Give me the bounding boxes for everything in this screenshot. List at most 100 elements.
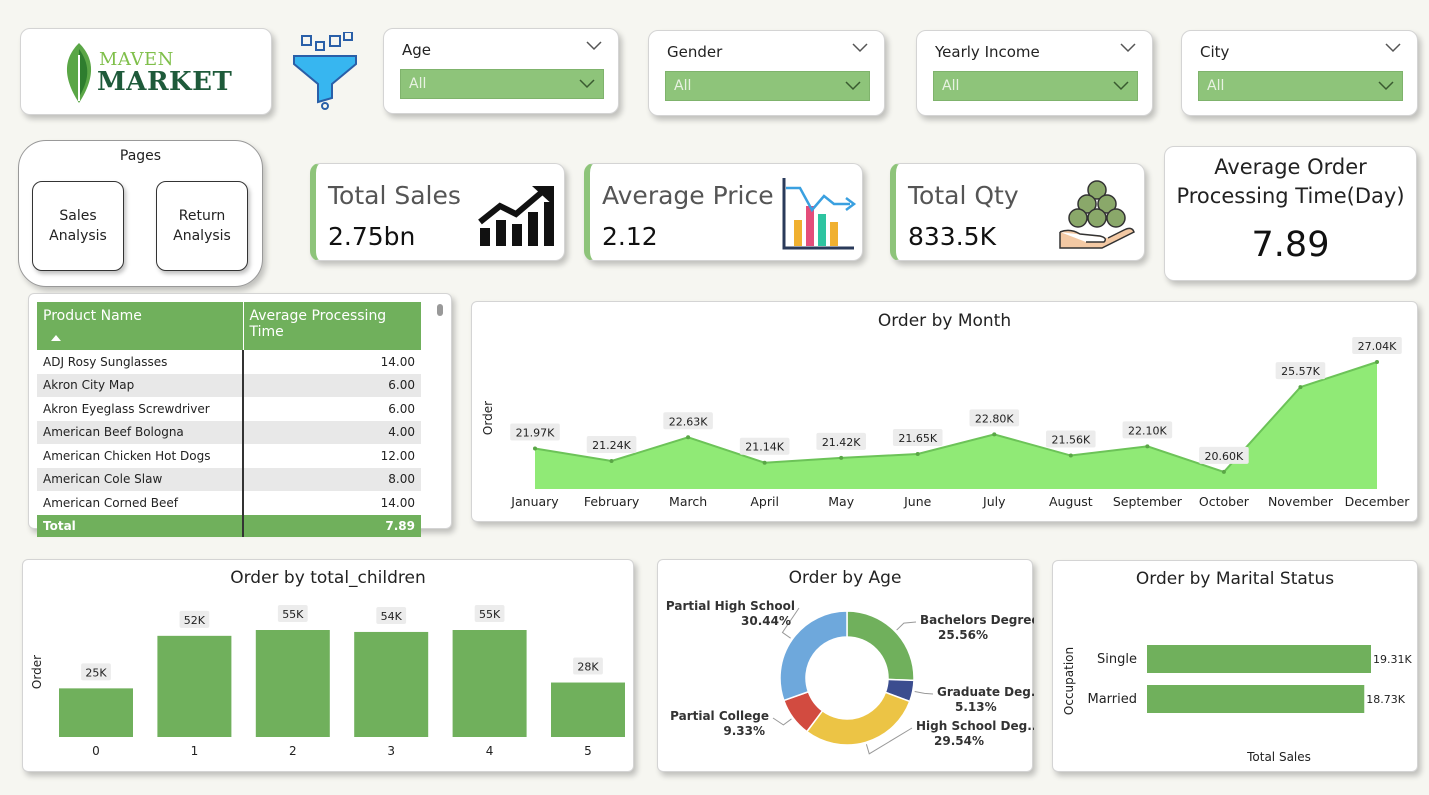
- bar: [59, 688, 133, 737]
- table-row[interactable]: American Cole Slaw 8.00: [37, 467, 421, 491]
- x-tick-label: October: [1199, 494, 1250, 509]
- x-tick-label: March: [669, 494, 707, 509]
- table-row[interactable]: American Beef Bologna 4.00: [37, 420, 421, 444]
- column-header-average-processing-time[interactable]: Average Processing Time: [243, 302, 421, 350]
- data-label: 18.73K: [1366, 693, 1405, 706]
- product-name-cell: Akron Eyeglass Screwdriver: [37, 397, 244, 421]
- chevron-down-icon[interactable]: [1120, 43, 1136, 53]
- bar: [1147, 685, 1365, 713]
- total-qty-title: Total Qty: [908, 181, 1019, 210]
- data-label: 19.31K: [1373, 653, 1412, 666]
- slice-category-label: Partial High School: [666, 599, 795, 613]
- product-name-cell: American Chicken Hot Dogs: [37, 444, 244, 468]
- gender-slicer-label: Gender: [667, 43, 723, 61]
- return-analysis-label-1: Return: [178, 208, 226, 224]
- y-axis-label: Occupation: [1062, 647, 1076, 715]
- processing-time-cell: 14.00: [380, 354, 415, 369]
- bar-analytics-icon: [782, 178, 857, 250]
- x-tick-label: September: [1113, 494, 1183, 509]
- bar: [452, 630, 527, 737]
- data-point: [686, 435, 691, 440]
- avg-processing-value: 7.89: [1251, 225, 1330, 265]
- average-price-value: 2.12: [602, 222, 658, 251]
- avg-processing-title-1: Average Order: [1214, 155, 1367, 179]
- product-name-cell: Akron City Map: [37, 373, 244, 397]
- data-label: 22.63K: [669, 415, 708, 428]
- sales-analysis-label-2: Analysis: [49, 228, 107, 244]
- chevron-down-icon[interactable]: [586, 41, 602, 51]
- total-qty-card: Total Qty 833.5K: [890, 163, 1145, 261]
- order-by-age-chart: Order by Age Bachelors Degree 25.56% Gradu…: [657, 559, 1034, 772]
- data-label: 55K: [282, 608, 304, 621]
- x-tick-label: August: [1049, 494, 1093, 509]
- age-dropdown[interactable]: All: [400, 69, 604, 99]
- data-point: [762, 460, 767, 465]
- x-tick-label: 2: [289, 744, 297, 758]
- table-row[interactable]: American Corned Beef 14.00: [37, 491, 421, 515]
- chevron-down-icon[interactable]: [852, 43, 868, 53]
- age-dropdown-value: All: [409, 76, 427, 92]
- city-dropdown[interactable]: All: [1198, 71, 1403, 101]
- pages-navigator: Pages Sales Analysis Return Analysis: [18, 140, 263, 287]
- table-row[interactable]: Akron Eyeglass Screwdriver 6.00: [37, 397, 421, 421]
- bar: [255, 630, 330, 737]
- marital-bar-chart: 19.31K Single 18.73K Married Occupation Total…: [1062, 645, 1412, 764]
- filter-funnel-icon: [293, 32, 357, 110]
- table-scrollbar[interactable]: [437, 304, 443, 316]
- table-row[interactable]: American Chicken Hot Dogs 12.00: [37, 444, 421, 468]
- data-point: [1145, 444, 1150, 449]
- area-fill: [535, 362, 1377, 489]
- data-label: 20.60K: [1205, 450, 1244, 463]
- column-header-product-name[interactable]: Product Name: [37, 302, 244, 350]
- total-sales-title: Total Sales: [328, 181, 461, 210]
- data-point: [1298, 385, 1303, 390]
- total-sales-value: 2.75bn: [328, 222, 416, 251]
- sales-analysis-button[interactable]: Sales Analysis: [32, 181, 124, 271]
- processing-time-cell: 12.00: [380, 448, 415, 463]
- slice-value-label: 29.54%: [934, 734, 984, 748]
- age-slicer[interactable]: Age All: [383, 28, 619, 114]
- city-slicer[interactable]: City All: [1181, 30, 1418, 116]
- data-label: 52K: [184, 614, 206, 627]
- chevron-down-icon: [1113, 81, 1129, 91]
- data-point: [1068, 453, 1073, 458]
- bar: [157, 635, 232, 737]
- avg-processing-title-2: Processing Time(Day): [1176, 184, 1405, 208]
- data-label: 55K: [479, 608, 501, 621]
- slice-category-label: High School Deg...: [916, 719, 1034, 733]
- slice-value-label: 5.13%: [955, 700, 997, 714]
- order-by-children-chart: Order by total_children 25K 0 52K 1 55K 2 54K 3…: [22, 559, 634, 772]
- x-tick-label: 1: [191, 744, 199, 758]
- return-analysis-button[interactable]: Return Analysis: [156, 181, 248, 271]
- children-bar-chart: 25K 0 52K 1 55K 2 54K 3 55K 4 28K 5 Order: [30, 605, 625, 758]
- yearly-income-slicer-label: Yearly Income: [935, 43, 1040, 61]
- leader-line: [896, 621, 917, 631]
- product-name-cell: American Corned Beef: [37, 491, 244, 515]
- processing-time-cell: 8.00: [243, 467, 421, 491]
- leader-line: [914, 690, 934, 695]
- product-table: Product Name Average Processing Time ADJ…: [37, 302, 421, 537]
- x-tick-label: July: [982, 494, 1006, 509]
- bar: [354, 631, 429, 737]
- total-value-cell: 7.89: [243, 514, 421, 537]
- chevron-down-icon: [1378, 81, 1394, 91]
- x-tick-label: May: [828, 494, 854, 509]
- product-name-cell: American Beef Bologna: [37, 420, 244, 444]
- total-qty-value: 833.5K: [908, 222, 996, 251]
- slice-category-label: Bachelors Degree: [920, 613, 1034, 627]
- chevron-down-icon[interactable]: [1385, 43, 1401, 53]
- gender-slicer[interactable]: Gender All: [648, 30, 885, 116]
- donut-slice: [846, 610, 915, 682]
- y-axis-label: Order: [30, 655, 44, 689]
- table-row[interactable]: ADJ Rosy Sunglasses 14.00: [37, 350, 421, 374]
- yearly-income-slicer[interactable]: Yearly Income All: [916, 30, 1153, 116]
- data-label: 22.80K: [975, 412, 1014, 425]
- x-tick-label: 5: [584, 744, 592, 758]
- x-tick-label: December: [1345, 494, 1411, 509]
- average-price-card: Average Price 2.12: [584, 163, 863, 261]
- table-row[interactable]: Akron City Map 6.00: [37, 373, 421, 397]
- gender-dropdown[interactable]: All: [665, 71, 870, 101]
- processing-time-cell: 6.00: [388, 401, 415, 416]
- yearly-income-dropdown[interactable]: All: [933, 71, 1138, 101]
- x-tick-label: January: [510, 494, 559, 509]
